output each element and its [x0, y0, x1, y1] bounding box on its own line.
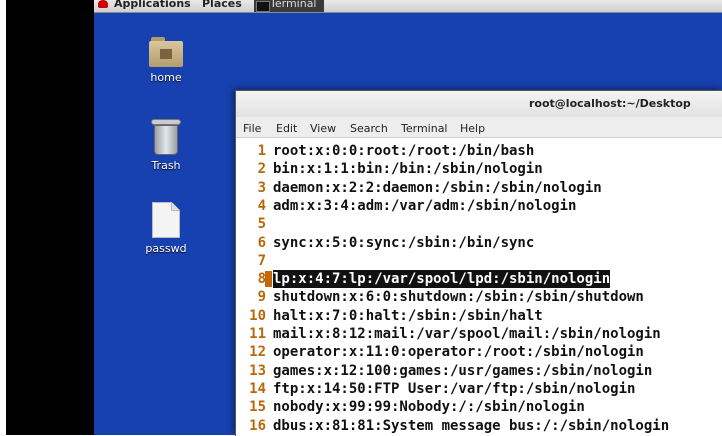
line-number: 15 [249, 399, 266, 416]
terminal-line: 15 nobody:x:99:99:Nobody:/:/sbin/nologin [236, 398, 722, 416]
desktop-icon-trash[interactable]: Trash [131, 119, 201, 172]
desktop-icon-label: Trash [151, 159, 181, 172]
line-text: games:x:12:100:games:/usr/games:/sbin/no… [273, 362, 653, 379]
top-panel: Applications Places Terminal [94, 0, 722, 13]
text-file-icon [152, 202, 180, 238]
line-text: shutdown:x:6:0:shutdown:/sbin:/sbin/shut… [273, 289, 644, 306]
terminal-content[interactable]: 1 root:x:0:0:root:/root:/bin/bash 2 bin:x:1… [236, 138, 722, 436]
places-menu[interactable]: Places [202, 0, 242, 10]
terminal-icon [256, 1, 270, 12]
line-text: mail:x:8:12:mail:/var/spool/mail:/sbin/n… [273, 326, 661, 342]
line-number: 10 [249, 307, 266, 324]
line-text: sync:x:5:0:sync:/sbin:/bin/sync [273, 234, 535, 251]
terminal-line: 16 dbus:x:81:81:System message bus:/:/sbi… [236, 417, 722, 435]
line-text: adm:x:3:4:adm:/var/adm:/sbin/nologin [273, 197, 577, 214]
terminal-titlebar[interactable]: root@localhost:~/Desktop [236, 91, 722, 117]
terminal-line: 4 adm:x:3:4:adm:/var/adm:/sbin/nologin [236, 197, 722, 215]
window-title: root@localhost:~/Desktop [529, 97, 691, 110]
terminal-window[interactable]: root@localhost:~/Desktop File Edit View … [235, 90, 722, 436]
terminal-line: 10 halt:x:7:0:halt:/sbin:/sbin/halt [236, 307, 722, 325]
desktop-icon-label: home [150, 71, 182, 84]
terminal-line: 6 sync:x:5:0:sync:/sbin:/bin/sync [236, 234, 722, 252]
taskbar-terminal-label: Terminal [270, 0, 317, 10]
terminal-line: 11 mail:x:8:12:mail:/var/spool/mail:/sbin… [236, 325, 722, 343]
menu-view[interactable]: View [310, 122, 336, 135]
terminal-line: 12 operator:x:11:0:operator:/root:/sbin/n… [236, 343, 722, 361]
line-number: 12 [249, 344, 266, 361]
line-number: 14 [249, 380, 266, 397]
text-cursor [265, 271, 272, 288]
terminal-menubar: File Edit View Search Terminal Help [236, 117, 722, 138]
home-folder-icon [149, 37, 183, 67]
line-number: 4 [257, 197, 266, 214]
trash-icon [151, 119, 181, 155]
line-text: ftp:x:14:50:FTP User:/var/ftp:/sbin/nolo… [273, 380, 636, 397]
menu-search[interactable]: Search [350, 122, 388, 135]
desktop-icon-label: passwd [145, 242, 187, 255]
line-number: 11 [249, 326, 266, 342]
line-number: 7 [257, 252, 266, 269]
line-number: 8 [257, 271, 266, 288]
applications-menu[interactable]: Applications [114, 0, 191, 10]
line-text: daemon:x:2:2:daemon:/sbin:/sbin/nologin [273, 179, 602, 196]
terminal-line: 7 [236, 252, 722, 270]
menu-terminal[interactable]: Terminal [401, 122, 448, 135]
terminal-line: 1 root:x:0:0:root:/root:/bin/bash [236, 142, 722, 160]
line-number: 5 [257, 216, 266, 233]
line-text: lp:x:4:7:lp:/var/spool/lpd:/sbin/nologin [273, 270, 611, 289]
redhat-logo-icon [98, 0, 108, 8]
terminal-line: 3 daemon:x:2:2:daemon:/sbin:/sbin/nologin [236, 179, 722, 197]
terminal-line: 5 [236, 215, 722, 233]
terminal-line: 2 bin:x:1:1:bin:/bin:/sbin/nologin [236, 160, 722, 178]
menu-edit[interactable]: Edit [276, 122, 297, 135]
menu-file[interactable]: File [243, 122, 261, 135]
desktop-icon-home[interactable]: home [131, 37, 201, 84]
line-text: halt:x:7:0:halt:/sbin:/sbin/halt [273, 307, 543, 324]
line-number: 3 [257, 179, 266, 196]
line-number: 6 [257, 234, 266, 251]
terminal-line: 8 lp:x:4:7:lp:/var/spool/lpd:/sbin/nologi… [236, 270, 722, 289]
terminal-line: 13 games:x:12:100:games:/usr/games:/sbin/… [236, 362, 722, 380]
taskbar-terminal-button[interactable]: Terminal [254, 0, 324, 12]
line-text: nobody:x:99:99:Nobody:/:/sbin/nologin [273, 399, 585, 416]
line-number: 9 [257, 289, 266, 306]
line-text: bin:x:1:1:bin:/bin:/sbin/nologin [273, 161, 543, 178]
line-text: dbus:x:81:81:System message bus:/:/sbin/… [273, 417, 670, 434]
terminal-line: 9 shutdown:x:6:0:shutdown:/sbin:/sbin/shu… [236, 288, 722, 306]
left-dark-panel [6, 0, 94, 435]
desktop-icon-passwd[interactable]: passwd [131, 202, 201, 255]
line-text: operator:x:11:0:operator:/root:/sbin/nol… [273, 344, 644, 361]
menu-help[interactable]: Help [460, 122, 485, 135]
line-number: 13 [249, 362, 266, 379]
line-number: 2 [257, 161, 266, 178]
line-text: root:x:0:0:root:/root:/bin/bash [273, 143, 535, 159]
line-number: 16 [249, 417, 266, 434]
terminal-line: 14 ftp:x:14:50:FTP User:/var/ftp:/sbin/no… [236, 380, 722, 398]
line-number: 1 [257, 143, 266, 159]
